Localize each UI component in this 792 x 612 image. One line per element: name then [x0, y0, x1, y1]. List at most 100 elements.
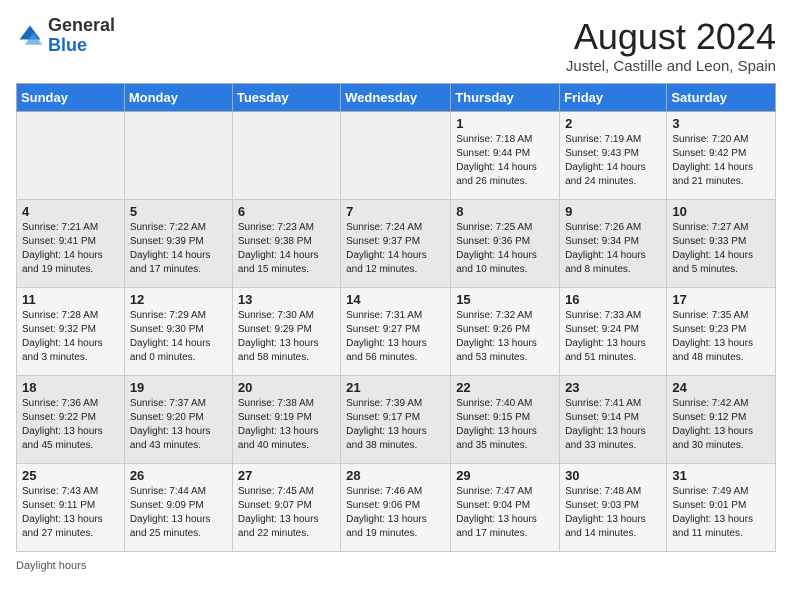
calendar-cell: 16 Sunrise: 7:33 AM Sunset: 9:24 PM Dayli…	[560, 288, 667, 376]
calendar-cell: 15 Sunrise: 7:32 AM Sunset: 9:26 PM Dayli…	[451, 288, 560, 376]
day-number: 3	[672, 116, 770, 131]
cell-content: Sunrise: 7:38 AM Sunset: 9:19 PM Dayligh…	[238, 397, 335, 453]
day-number: 13	[238, 292, 335, 307]
cell-content: Sunrise: 7:21 AM Sunset: 9:41 PM Dayligh…	[22, 221, 119, 277]
calendar-cell: 3 Sunrise: 7:20 AM Sunset: 9:42 PM Daylig…	[667, 112, 776, 200]
logo-blue-text: Blue	[48, 36, 115, 56]
cell-content: Sunrise: 7:25 AM Sunset: 9:36 PM Dayligh…	[456, 221, 554, 277]
day-number: 10	[672, 204, 770, 219]
calendar-cell: 22Sunrise: 7:40 AM Sunset: 9:15 PM Dayli…	[451, 376, 560, 464]
calendar-table: SundayMondayTuesdayWednesdayThursdayFrid…	[16, 83, 776, 552]
logo-text: General Blue	[48, 16, 115, 56]
day-number: 22	[456, 380, 554, 395]
calendar-cell: 19 Sunrise: 7:37 AM Sunset: 9:20 PM Dayli…	[124, 376, 232, 464]
cell-content: Sunrise: 7:20 AM Sunset: 9:42 PM Dayligh…	[672, 133, 770, 189]
calendar-cell: 10 Sunrise: 7:27 AM Sunset: 9:33 PM Dayli…	[667, 200, 776, 288]
day-number: 12	[130, 292, 227, 307]
calendar-cell	[124, 112, 232, 200]
day-number: 20	[238, 380, 335, 395]
cell-content: Sunrise: 7:41 AM Sunset: 9:14 PM Dayligh…	[565, 397, 661, 453]
month-year: August 2024	[566, 16, 776, 58]
calendar-cell: 28Sunrise: 7:46 AM Sunset: 9:06 PM Dayli…	[341, 464, 451, 552]
calendar-cell: 26 Sunrise: 7:44 AM Sunset: 9:09 PM Dayli…	[124, 464, 232, 552]
day-number: 7	[346, 204, 445, 219]
cell-content: Sunrise: 7:23 AM Sunset: 9:38 PM Dayligh…	[238, 221, 335, 277]
calendar-week-row: 25Sunrise: 7:43 AM Sunset: 9:11 PM Dayli…	[17, 464, 776, 552]
cell-content: Sunrise: 7:31 AM Sunset: 9:27 PM Dayligh…	[346, 309, 445, 365]
cell-content: Sunrise: 7:27 AM Sunset: 9:33 PM Dayligh…	[672, 221, 770, 277]
cell-content: Sunrise: 7:28 AM Sunset: 9:32 PM Dayligh…	[22, 309, 119, 365]
day-number: 2	[565, 116, 661, 131]
calendar-cell: 29 Sunrise: 7:47 AM Sunset: 9:04 PM Dayli…	[451, 464, 560, 552]
cell-content: Sunrise: 7:37 AM Sunset: 9:20 PM Dayligh…	[130, 397, 227, 453]
calendar-day-header: Wednesday	[341, 84, 451, 112]
cell-content: Sunrise: 7:33 AM Sunset: 9:24 PM Dayligh…	[565, 309, 661, 365]
calendar-cell: 21Sunrise: 7:39 AM Sunset: 9:17 PM Dayli…	[341, 376, 451, 464]
day-number: 18	[22, 380, 119, 395]
cell-content: Sunrise: 7:35 AM Sunset: 9:23 PM Dayligh…	[672, 309, 770, 365]
calendar-cell: 24Sunrise: 7:42 AM Sunset: 9:12 PM Dayli…	[667, 376, 776, 464]
day-number: 8	[456, 204, 554, 219]
calendar-cell: 25Sunrise: 7:43 AM Sunset: 9:11 PM Dayli…	[17, 464, 125, 552]
cell-content: Sunrise: 7:47 AM Sunset: 9:04 PM Dayligh…	[456, 485, 554, 541]
day-number: 5	[130, 204, 227, 219]
day-number: 9	[565, 204, 661, 219]
calendar-cell: 13 Sunrise: 7:30 AM Sunset: 9:29 PM Dayli…	[232, 288, 340, 376]
calendar-day-header: Saturday	[667, 84, 776, 112]
calendar-week-row: 4 Sunrise: 7:21 AM Sunset: 9:41 PM Daylig…	[17, 200, 776, 288]
calendar-cell: 9 Sunrise: 7:26 AM Sunset: 9:34 PM Daylig…	[560, 200, 667, 288]
cell-content: Sunrise: 7:30 AM Sunset: 9:29 PM Dayligh…	[238, 309, 335, 365]
calendar-day-header: Friday	[560, 84, 667, 112]
cell-content: Sunrise: 7:48 AM Sunset: 9:03 PM Dayligh…	[565, 485, 661, 541]
day-number: 31	[672, 468, 770, 483]
day-number: 19	[130, 380, 227, 395]
day-number: 29	[456, 468, 554, 483]
calendar-day-header: Thursday	[451, 84, 560, 112]
calendar-cell: 17Sunrise: 7:35 AM Sunset: 9:23 PM Dayli…	[667, 288, 776, 376]
calendar-cell: 18 Sunrise: 7:36 AM Sunset: 9:22 PM Dayli…	[17, 376, 125, 464]
day-number: 1	[456, 116, 554, 131]
logo: General Blue	[16, 16, 115, 56]
day-number: 21	[346, 380, 445, 395]
calendar-day-header: Monday	[124, 84, 232, 112]
calendar-day-header: Sunday	[17, 84, 125, 112]
calendar-cell: 2 Sunrise: 7:19 AM Sunset: 9:43 PM Daylig…	[560, 112, 667, 200]
day-number: 15	[456, 292, 554, 307]
calendar-cell: 7 Sunrise: 7:24 AM Sunset: 9:37 PM Daylig…	[341, 200, 451, 288]
cell-content: Sunrise: 7:24 AM Sunset: 9:37 PM Dayligh…	[346, 221, 445, 277]
cell-content: Sunrise: 7:49 AM Sunset: 9:01 PM Dayligh…	[672, 485, 770, 541]
day-number: 23	[565, 380, 661, 395]
cell-content: Sunrise: 7:36 AM Sunset: 9:22 PM Dayligh…	[22, 397, 119, 453]
cell-content: Sunrise: 7:22 AM Sunset: 9:39 PM Dayligh…	[130, 221, 227, 277]
calendar-cell: 12Sunrise: 7:29 AM Sunset: 9:30 PM Dayli…	[124, 288, 232, 376]
calendar-cell: 20 Sunrise: 7:38 AM Sunset: 9:19 PM Dayli…	[232, 376, 340, 464]
cell-content: Sunrise: 7:32 AM Sunset: 9:26 PM Dayligh…	[456, 309, 554, 365]
day-number: 24	[672, 380, 770, 395]
cell-content: Sunrise: 7:18 AM Sunset: 9:44 PM Dayligh…	[456, 133, 554, 189]
day-number: 26	[130, 468, 227, 483]
calendar-header-row: SundayMondayTuesdayWednesdayThursdayFrid…	[17, 84, 776, 112]
logo-icon	[16, 22, 44, 50]
day-number: 6	[238, 204, 335, 219]
day-number: 4	[22, 204, 119, 219]
calendar-cell: 6 Sunrise: 7:23 AM Sunset: 9:38 PM Daylig…	[232, 200, 340, 288]
calendar-cell: 31 Sunrise: 7:49 AM Sunset: 9:01 PM Dayli…	[667, 464, 776, 552]
calendar-cell: 23 Sunrise: 7:41 AM Sunset: 9:14 PM Dayli…	[560, 376, 667, 464]
calendar-cell: 27Sunrise: 7:45 AM Sunset: 9:07 PM Dayli…	[232, 464, 340, 552]
title-block: August 2024 Justel, Castille and Leon, S…	[566, 16, 776, 75]
calendar-cell: 30 Sunrise: 7:48 AM Sunset: 9:03 PM Dayli…	[560, 464, 667, 552]
calendar-cell	[341, 112, 451, 200]
day-number: 25	[22, 468, 119, 483]
day-number: 16	[565, 292, 661, 307]
cell-content: Sunrise: 7:46 AM Sunset: 9:06 PM Dayligh…	[346, 485, 445, 541]
calendar-week-row: 11Sunrise: 7:28 AM Sunset: 9:32 PM Dayli…	[17, 288, 776, 376]
day-number: 27	[238, 468, 335, 483]
day-number: 30	[565, 468, 661, 483]
cell-content: Sunrise: 7:19 AM Sunset: 9:43 PM Dayligh…	[565, 133, 661, 189]
calendar-cell	[232, 112, 340, 200]
cell-content: Sunrise: 7:26 AM Sunset: 9:34 PM Dayligh…	[565, 221, 661, 277]
cell-content: Sunrise: 7:44 AM Sunset: 9:09 PM Dayligh…	[130, 485, 227, 541]
daylight-label: Daylight hours	[16, 560, 86, 572]
calendar-cell: 11Sunrise: 7:28 AM Sunset: 9:32 PM Dayli…	[17, 288, 125, 376]
calendar-cell	[17, 112, 125, 200]
